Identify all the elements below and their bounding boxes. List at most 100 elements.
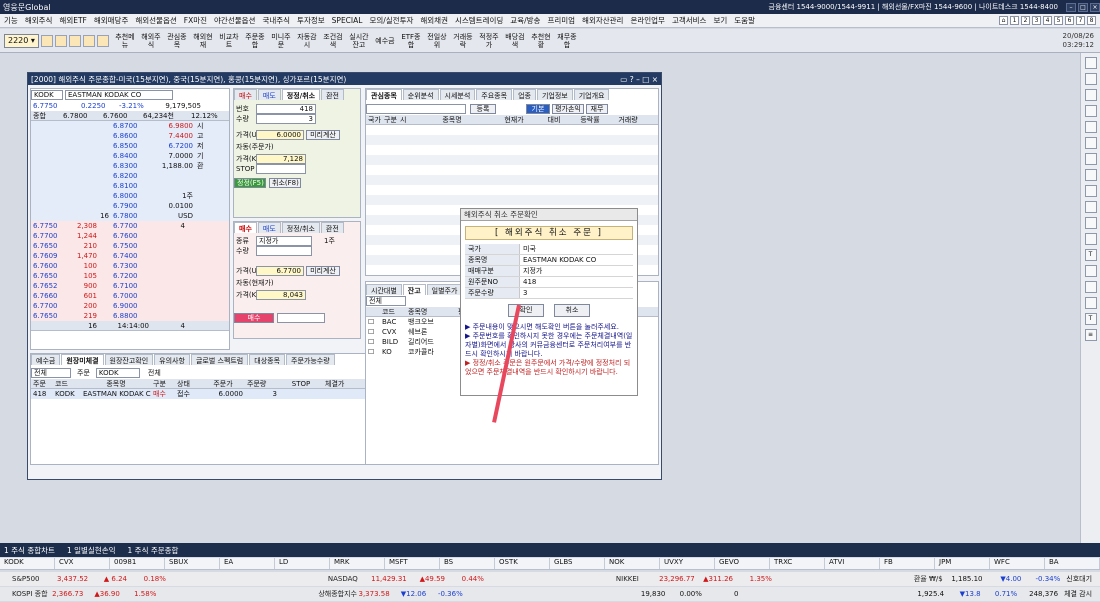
- tab-sell[interactable]: 매도: [257, 89, 281, 100]
- menu-item[interactable]: 해외매당주: [94, 15, 129, 26]
- bid-row[interactable]: 6.7700 1,244 6.7600: [31, 231, 229, 241]
- signal-status[interactable]: 신호대기: [1066, 574, 1092, 584]
- bid-row[interactable]: 6.7650 210 6.7500: [31, 241, 229, 251]
- pnl-view-button[interactable]: 평가손익: [552, 103, 584, 114]
- menu-item[interactable]: 시스템트레이딩: [455, 15, 503, 26]
- menu-item[interactable]: 해외선물옵션: [135, 15, 176, 26]
- toolbar-button[interactable]: 관심종목: [167, 33, 187, 49]
- bid-row[interactable]: 6.7700 200 6.9000: [31, 301, 229, 311]
- tab-company[interactable]: 기업정보: [536, 89, 573, 100]
- menu-item[interactable]: 온라인업무: [630, 15, 665, 26]
- gear-icon[interactable]: [1084, 89, 1097, 101]
- chart-icon[interactable]: [1084, 105, 1097, 117]
- page-6-button[interactable]: 6: [1065, 16, 1074, 25]
- toolbar-button[interactable]: 조건검색: [323, 33, 343, 49]
- watch-group-select[interactable]: [366, 103, 466, 114]
- order-type-select[interactable]: 지정가: [256, 236, 312, 246]
- taskbar-pnl[interactable]: 1 일별실현손익: [67, 545, 116, 556]
- table-row[interactable]: 418 KODK EASTMAN KODAK CO 매수 접수 6.0000 3: [31, 389, 389, 399]
- pen-icon[interactable]: [54, 34, 67, 47]
- tab-overview[interactable]: 기업개요: [573, 89, 610, 100]
- text-tool-icon[interactable]: T: [1084, 313, 1097, 325]
- menu-item[interactable]: 모의/실전투자: [369, 15, 413, 26]
- tab-sell-2[interactable]: 매도: [257, 222, 281, 233]
- page-5-button[interactable]: 5: [1054, 16, 1063, 25]
- tab-open-orders[interactable]: 원장미체결: [61, 354, 104, 365]
- menu-item[interactable]: 도움말: [734, 15, 755, 26]
- ask-row[interactable]: 6.8500 6.7200 저: [31, 141, 229, 151]
- ticker[interactable]: WFC: [990, 558, 1045, 569]
- modify-submit-button[interactable]: 정정(F5): [234, 178, 266, 188]
- tab-modify[interactable]: 정정/취소: [281, 89, 321, 100]
- menu-item[interactable]: 국내주식: [262, 15, 290, 26]
- symbol-input[interactable]: KODK: [31, 90, 63, 100]
- menu-item[interactable]: 해외채권: [420, 15, 448, 26]
- ticker[interactable]: OSTK: [495, 558, 550, 569]
- toolbar-button[interactable]: 주문종합: [245, 33, 265, 49]
- toolbar-button[interactable]: 재무종합: [557, 33, 577, 49]
- tab-spectrum[interactable]: 글로벌 스펙트럼: [190, 354, 249, 365]
- menu-item[interactable]: 프리미엄: [547, 15, 575, 26]
- tab-exchange-2[interactable]: 환전: [320, 222, 344, 233]
- home-icon[interactable]: ⌂: [999, 16, 1008, 25]
- ticker[interactable]: LD: [275, 558, 330, 569]
- taskbar-order[interactable]: 1 주식 주문종합: [128, 545, 179, 556]
- menu-item[interactable]: 해외ETF: [59, 15, 86, 26]
- menu-item[interactable]: SPECIAL: [332, 16, 363, 25]
- tab-notice[interactable]: 유의사항: [154, 354, 190, 365]
- menu-item[interactable]: 기능: [4, 15, 18, 26]
- toolbar-button[interactable]: 자동감시: [297, 33, 317, 49]
- tab-time[interactable]: 시간대별: [366, 284, 402, 295]
- ticker[interactable]: MSFT: [385, 558, 440, 569]
- price2-field[interactable]: 6.7700: [256, 266, 304, 276]
- ask-row[interactable]: 6.8100: [31, 181, 229, 191]
- toolbar-button[interactable]: 미니주문: [271, 33, 291, 49]
- dialog-cancel-button[interactable]: 취소: [554, 304, 590, 317]
- exchange-filter[interactable]: 전체: [31, 367, 71, 378]
- toolbar-button[interactable]: 적정주가: [479, 33, 499, 49]
- stop-field[interactable]: [256, 164, 306, 174]
- toolbar-button[interactable]: 거래등락: [453, 33, 473, 49]
- orderno-field[interactable]: 418: [256, 104, 316, 114]
- price-field[interactable]: 6.0000: [256, 130, 304, 140]
- ticker[interactable]: GEVO: [715, 558, 770, 569]
- settings-icon[interactable]: [96, 34, 109, 47]
- cursor-icon[interactable]: [1084, 137, 1097, 149]
- tab-holdings[interactable]: 잔고: [402, 284, 426, 295]
- basic-view-button[interactable]: 기본: [526, 103, 550, 114]
- qty-field[interactable]: 3: [256, 114, 316, 124]
- menu-item[interactable]: FX마진: [184, 15, 207, 26]
- page-2-button[interactable]: 2: [1021, 16, 1030, 25]
- tab-buy-2[interactable]: 매수: [234, 222, 257, 233]
- ticker[interactable]: NOK: [605, 558, 660, 569]
- confirm-button[interactable]: 확인: [508, 304, 544, 317]
- eraser-icon[interactable]: [1084, 281, 1097, 293]
- tab-orderable[interactable]: 주문가능수량: [286, 354, 335, 365]
- taskbar-chart[interactable]: 1 주식 종합차트: [4, 545, 55, 556]
- fill-monitor[interactable]: 체결 감시: [1064, 589, 1092, 599]
- tab-balance[interactable]: 원장잔고확인: [104, 354, 154, 365]
- auto-price-checkbox[interactable]: 자동(주문가): [234, 142, 276, 152]
- bars-icon[interactable]: [1084, 185, 1097, 197]
- menu-item[interactable]: 고객서비스: [672, 15, 707, 26]
- line-icon[interactable]: [1084, 153, 1097, 165]
- ticker[interactable]: KODK: [0, 558, 55, 569]
- ticker[interactable]: ATVI: [825, 558, 880, 569]
- ticker[interactable]: JPM: [935, 558, 990, 569]
- ask-row[interactable]: 6.8200: [31, 171, 229, 181]
- text-icon[interactable]: T: [1084, 249, 1097, 261]
- finance-view-button[interactable]: 재무: [586, 103, 608, 114]
- list-icon[interactable]: [1084, 121, 1097, 133]
- preview2-button[interactable]: 미리계산: [306, 266, 340, 276]
- side-filter[interactable]: 전체: [146, 368, 163, 378]
- page-4-button[interactable]: 4: [1043, 16, 1052, 25]
- tab-market[interactable]: 시세분석: [439, 89, 476, 100]
- ask-row[interactable]: 16 6.7800 USD: [31, 211, 229, 221]
- ticker[interactable]: UVXY: [660, 558, 715, 569]
- menu-item[interactable]: 투자정보: [297, 15, 325, 26]
- bid-row[interactable]: 6.7609 1,470 6.7400: [31, 251, 229, 261]
- ticker[interactable]: TRXC: [770, 558, 825, 569]
- window-icon[interactable]: [1084, 73, 1097, 85]
- toolbar-button[interactable]: 추천현황: [531, 33, 551, 49]
- window-controls-icon[interactable]: ▭ ? – □ ×: [620, 75, 658, 84]
